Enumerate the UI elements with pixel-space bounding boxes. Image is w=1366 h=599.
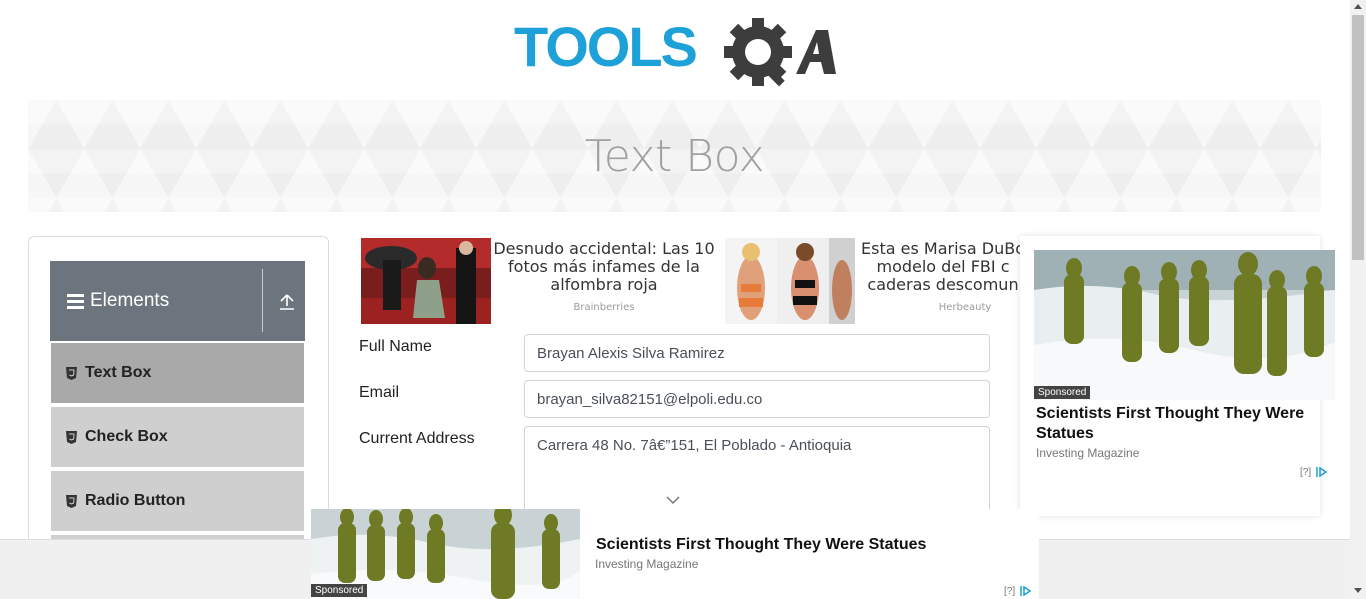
right-sponsored-ad[interactable]: Sponsored Scientists First Thought They …: [1020, 236, 1335, 516]
sponsored-badge: Sponsored: [311, 584, 368, 597]
ad-image[interactable]: [1034, 250, 1335, 400]
adchoices-icon[interactable]: [1019, 585, 1032, 597]
html5-icon: [66, 494, 77, 508]
chevron-down-icon[interactable]: [666, 495, 680, 505]
sidebar-item-label: Check Box: [85, 428, 168, 445]
ad-source: Investing Magazine: [595, 557, 699, 571]
page: TOOLS Text Box Elements Text Box Check B…: [0, 0, 1366, 599]
sidebar-item-radio-button[interactable]: Radio Button: [50, 470, 305, 532]
collapse-arrow-icon[interactable]: [278, 293, 296, 311]
ad-image[interactable]: [361, 238, 491, 324]
ad-headline[interactable]: Esta es Marisa DuBo modelo del FBI c cad…: [858, 240, 1025, 294]
ad-source: Investing Magazine: [1036, 446, 1140, 460]
page-banner: Text Box: [28, 100, 1321, 212]
adchoice-question[interactable]: [?]: [1004, 586, 1015, 597]
ad-headline[interactable]: Desnudo accidental: Las 10 fotos más inf…: [493, 240, 715, 294]
divider: [262, 269, 263, 332]
adchoice-question[interactable]: [?]: [1300, 467, 1311, 478]
ad-card-herbeauty[interactable]: Esta es Marisa DuBo modelo del FBI c cad…: [725, 238, 1025, 324]
bottom-sponsored-ad[interactable]: Sponsored Scientists First Thought They …: [311, 509, 1039, 599]
html5-icon: [66, 430, 77, 444]
ad-headline[interactable]: Scientists First Thought They Were Statu…: [1036, 404, 1316, 444]
adchoices[interactable]: [?]: [1004, 585, 1032, 597]
gear-icon: [724, 18, 792, 87]
adchoices[interactable]: [?]: [1300, 466, 1328, 478]
page-title: Text Box: [584, 130, 765, 182]
ad-source: Herbeauty: [938, 302, 992, 313]
sidebar-item-label: Radio Button: [85, 492, 186, 509]
logo-text-tools: TOOLS: [514, 15, 697, 78]
sidebar-item-text-box[interactable]: Text Box: [50, 342, 305, 404]
hamburger-icon: [67, 293, 84, 309]
sponsored-badge: Sponsored: [1034, 386, 1091, 399]
html5-icon: [66, 366, 77, 380]
sidebar-group-title: Elements: [90, 290, 170, 311]
ad-source: Brainberries: [573, 302, 635, 313]
full-name-field[interactable]: Brayan Alexis Silva Ramirez: [524, 334, 990, 372]
scroll-thumb[interactable]: [1352, 15, 1364, 260]
ad-image[interactable]: [725, 238, 855, 324]
sidebar-group-elements[interactable]: Elements: [50, 261, 305, 341]
logo-letter-a: [796, 30, 836, 74]
email-label: Email: [359, 384, 400, 401]
sidebar-item-label: Text Box: [85, 364, 152, 381]
current-address-label: Current Address: [359, 430, 475, 447]
toolsqa-logo[interactable]: TOOLS: [514, 14, 838, 92]
email-field[interactable]: brayan_silva82151@elpoli.edu.co: [524, 380, 990, 418]
scroll-down-arrow-icon[interactable]: [1354, 588, 1362, 593]
ad-headline[interactable]: Scientists First Thought They Were Statu…: [596, 536, 926, 554]
vertical-scrollbar[interactable]: [1350, 0, 1366, 599]
adchoices-icon[interactable]: [1315, 466, 1328, 478]
full-name-label: Full Name: [359, 338, 432, 355]
scroll-up-arrow-icon[interactable]: [1354, 4, 1362, 9]
ad-card-brainberries[interactable]: Desnudo accidental: Las 10 fotos más inf…: [361, 238, 717, 324]
sidebar-item-check-box[interactable]: Check Box: [50, 406, 305, 468]
